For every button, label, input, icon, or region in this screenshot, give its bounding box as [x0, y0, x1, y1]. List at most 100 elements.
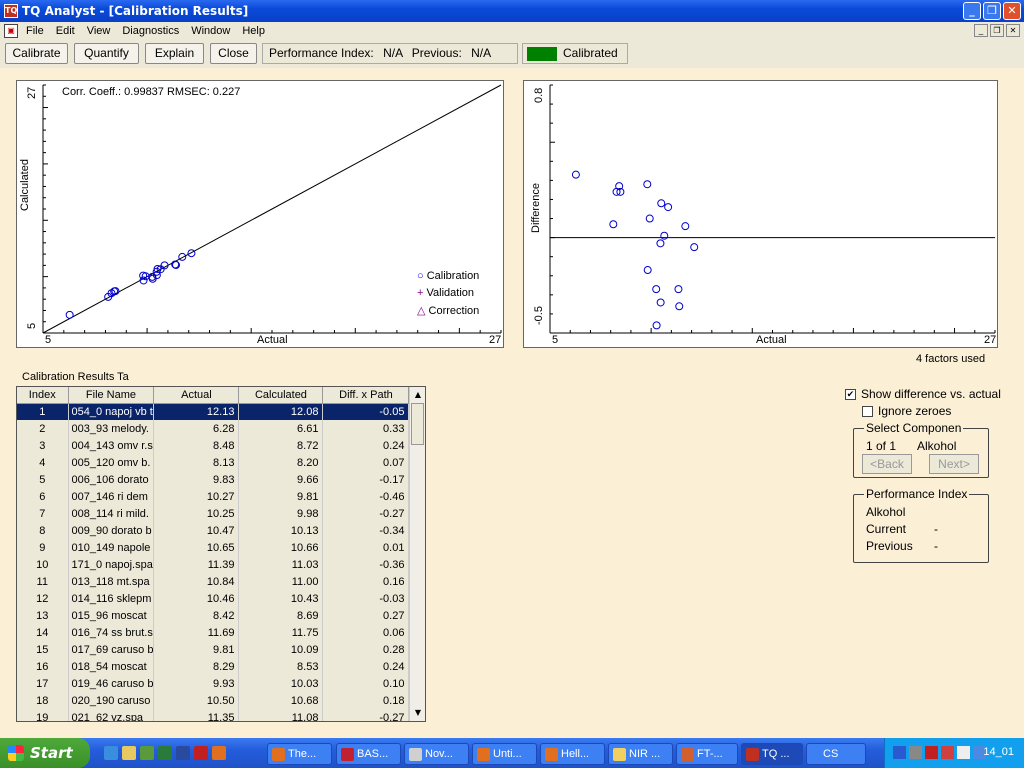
cell-diff: 0.01 — [322, 539, 410, 556]
calibration-results-table[interactable]: Index File Name Actual Calculated Diff. … — [16, 386, 426, 722]
cell-file-name: 010_149 napole — [68, 539, 155, 556]
scroll-down-icon[interactable]: ▼ — [410, 705, 425, 721]
volume-icon[interactable] — [957, 746, 970, 759]
menu-edit[interactable]: Edit — [50, 25, 81, 37]
desktop-icon[interactable] — [140, 746, 154, 760]
cell-actual: 10.25 — [153, 505, 240, 522]
antivirus-icon[interactable] — [941, 746, 954, 759]
cell-file-name: 020_190 caruso — [68, 692, 155, 709]
col-header-calculated[interactable]: Calculated — [238, 387, 324, 404]
table-row[interactable]: 3 004_143 omv r.s 8.48 8.72 0.24 — [17, 437, 410, 454]
table-row[interactable]: 17 019_46 caruso b 9.93 10.03 0.10 — [17, 675, 410, 692]
scroll-thumb[interactable] — [411, 403, 424, 445]
menu-window[interactable]: Window — [185, 25, 236, 37]
cell-index: 14 — [17, 624, 69, 641]
table-row[interactable]: 8 009_90 dorato b 10.47 10.13 -0.34 — [17, 522, 410, 539]
col-header-index[interactable]: Index — [17, 387, 69, 404]
mdi-restore-button[interactable]: ❐ — [990, 24, 1004, 37]
cell-index: 3 — [17, 437, 69, 454]
table-row[interactable]: 19 021_62 vz.spa 11.35 11.08 -0.27 — [17, 709, 410, 721]
factors-used: 4 factors used — [916, 353, 986, 365]
close-button[interactable]: Close — [210, 43, 257, 64]
table-scrollbar[interactable]: ▲ ▼ — [409, 387, 425, 721]
task-item-6[interactable]: NIR ... — [608, 743, 673, 765]
task-item-4[interactable]: Unti... — [472, 743, 537, 765]
table-row[interactable]: 10 171_0 napoj.spa 11.39 11.03 -0.36 — [17, 556, 410, 573]
task-label: Nov... — [425, 748, 453, 760]
task-item-2[interactable]: BAS... — [336, 743, 401, 765]
calibrate-button[interactable]: Calibrate — [5, 43, 68, 64]
scroll-up-icon[interactable]: ▲ — [410, 387, 425, 403]
cell-diff: 0.27 — [322, 607, 410, 624]
plus-marker-icon: + — [417, 287, 424, 299]
table-row[interactable]: 1 054_0 napoj vb t 12.13 12.08 -0.05 — [17, 403, 410, 420]
table-row[interactable]: 11 013_118 mt.spa 10.84 11.00 0.16 — [17, 573, 410, 590]
task-item-tq-active[interactable]: TQ ... — [741, 743, 803, 765]
cell-file-name: 016_74 ss brut.s — [68, 624, 155, 641]
ie-icon[interactable] — [104, 746, 118, 760]
ignore-zeroes-option[interactable]: Ignore zeroes — [862, 404, 951, 418]
table-row[interactable]: 2 003_93 melody. 6.28 6.61 0.33 — [17, 420, 410, 437]
table-row[interactable]: 5 006_106 dorato 9.83 9.66 -0.17 — [17, 471, 410, 488]
excel-icon[interactable] — [158, 746, 172, 760]
cell-actual: 12.13 — [153, 403, 240, 420]
show-diff-label: Show difference vs. actual — [861, 387, 1001, 401]
maximize-button[interactable]: ❐ — [983, 2, 1001, 20]
table-row[interactable]: 18 020_190 caruso 10.50 10.68 0.18 — [17, 692, 410, 709]
task-item-1[interactable]: The... — [267, 743, 332, 765]
cell-diff: -0.05 — [322, 403, 410, 420]
cell-actual: 9.81 — [153, 641, 240, 658]
col-header-diff[interactable]: Diff. x Path — [322, 387, 410, 404]
firefox-icon[interactable] — [212, 746, 226, 760]
task-item-cs[interactable]: CS — [806, 743, 866, 765]
menu-view[interactable]: View — [81, 25, 117, 37]
folder-icon[interactable] — [122, 746, 136, 760]
menu-bar: ▣ File Edit View Diagnostics Window Help… — [0, 22, 1024, 40]
cell-calculated: 10.03 — [238, 675, 324, 692]
word-icon[interactable] — [176, 746, 190, 760]
table-row[interactable]: 6 007_146 ri dem 10.27 9.81 -0.46 — [17, 488, 410, 505]
network-icon[interactable] — [893, 746, 906, 759]
minimize-button[interactable]: _ — [963, 2, 981, 20]
folder-icon — [613, 748, 626, 761]
display-icon[interactable] — [909, 746, 922, 759]
acrobat-icon[interactable] — [194, 746, 208, 760]
table-row[interactable]: 9 010_149 napole 10.65 10.66 0.01 — [17, 539, 410, 556]
menu-help[interactable]: Help — [236, 25, 271, 37]
task-item-3[interactable]: Nov... — [404, 743, 469, 765]
start-button[interactable]: Start — [0, 738, 90, 768]
table-row[interactable]: 14 016_74 ss brut.s 11.69 11.75 0.06 — [17, 624, 410, 641]
table-row[interactable]: 4 005_120 omv b. 8.13 8.20 0.07 — [17, 454, 410, 471]
difference-point — [643, 266, 652, 275]
table-row[interactable]: 7 008_114 ri mild. 10.25 9.98 -0.27 — [17, 505, 410, 522]
close-window-button[interactable]: ✕ — [1003, 2, 1021, 20]
legend-correction: △ Correction — [417, 304, 479, 317]
show-diff-checkbox[interactable]: ✔ — [845, 389, 856, 401]
table-row[interactable]: 12 014_116 sklepm 10.46 10.43 -0.03 — [17, 590, 410, 607]
col-header-file-name[interactable]: File Name — [68, 387, 155, 404]
document-icon[interactable]: ▣ — [4, 24, 18, 38]
task-item-5[interactable]: Hell... — [540, 743, 605, 765]
ati-icon[interactable] — [925, 746, 938, 759]
task-label: FT-... — [697, 748, 723, 760]
table-row[interactable]: 13 015_96 moscat 8.42 8.69 0.27 — [17, 607, 410, 624]
cell-diff: 0.10 — [322, 675, 410, 692]
mdi-minimize-button[interactable]: _ — [974, 24, 988, 37]
explain-button[interactable]: Explain — [145, 43, 204, 64]
plot1-ytick-max: 27 — [26, 86, 38, 99]
difference-point — [656, 298, 665, 307]
cell-calculated: 10.43 — [238, 590, 324, 607]
back-button[interactable]: <Back — [862, 454, 912, 474]
ignore-zeroes-checkbox[interactable] — [862, 406, 873, 418]
show-diff-option[interactable]: ✔ Show difference vs. actual — [845, 387, 1001, 401]
table-row[interactable]: 16 018_54 moscat 8.29 8.53 0.24 — [17, 658, 410, 675]
next-button[interactable]: Next> — [929, 454, 979, 474]
quantify-button[interactable]: Quantify — [74, 43, 139, 64]
firefox-icon — [477, 748, 490, 761]
mdi-close-button[interactable]: ✕ — [1006, 24, 1020, 37]
task-item-7[interactable]: FT-... — [676, 743, 738, 765]
menu-diagnostics[interactable]: Diagnostics — [116, 25, 185, 37]
table-row[interactable]: 15 017_69 caruso b 9.81 10.09 0.28 — [17, 641, 410, 658]
col-header-actual[interactable]: Actual — [153, 387, 240, 404]
menu-file[interactable]: File — [20, 25, 50, 37]
